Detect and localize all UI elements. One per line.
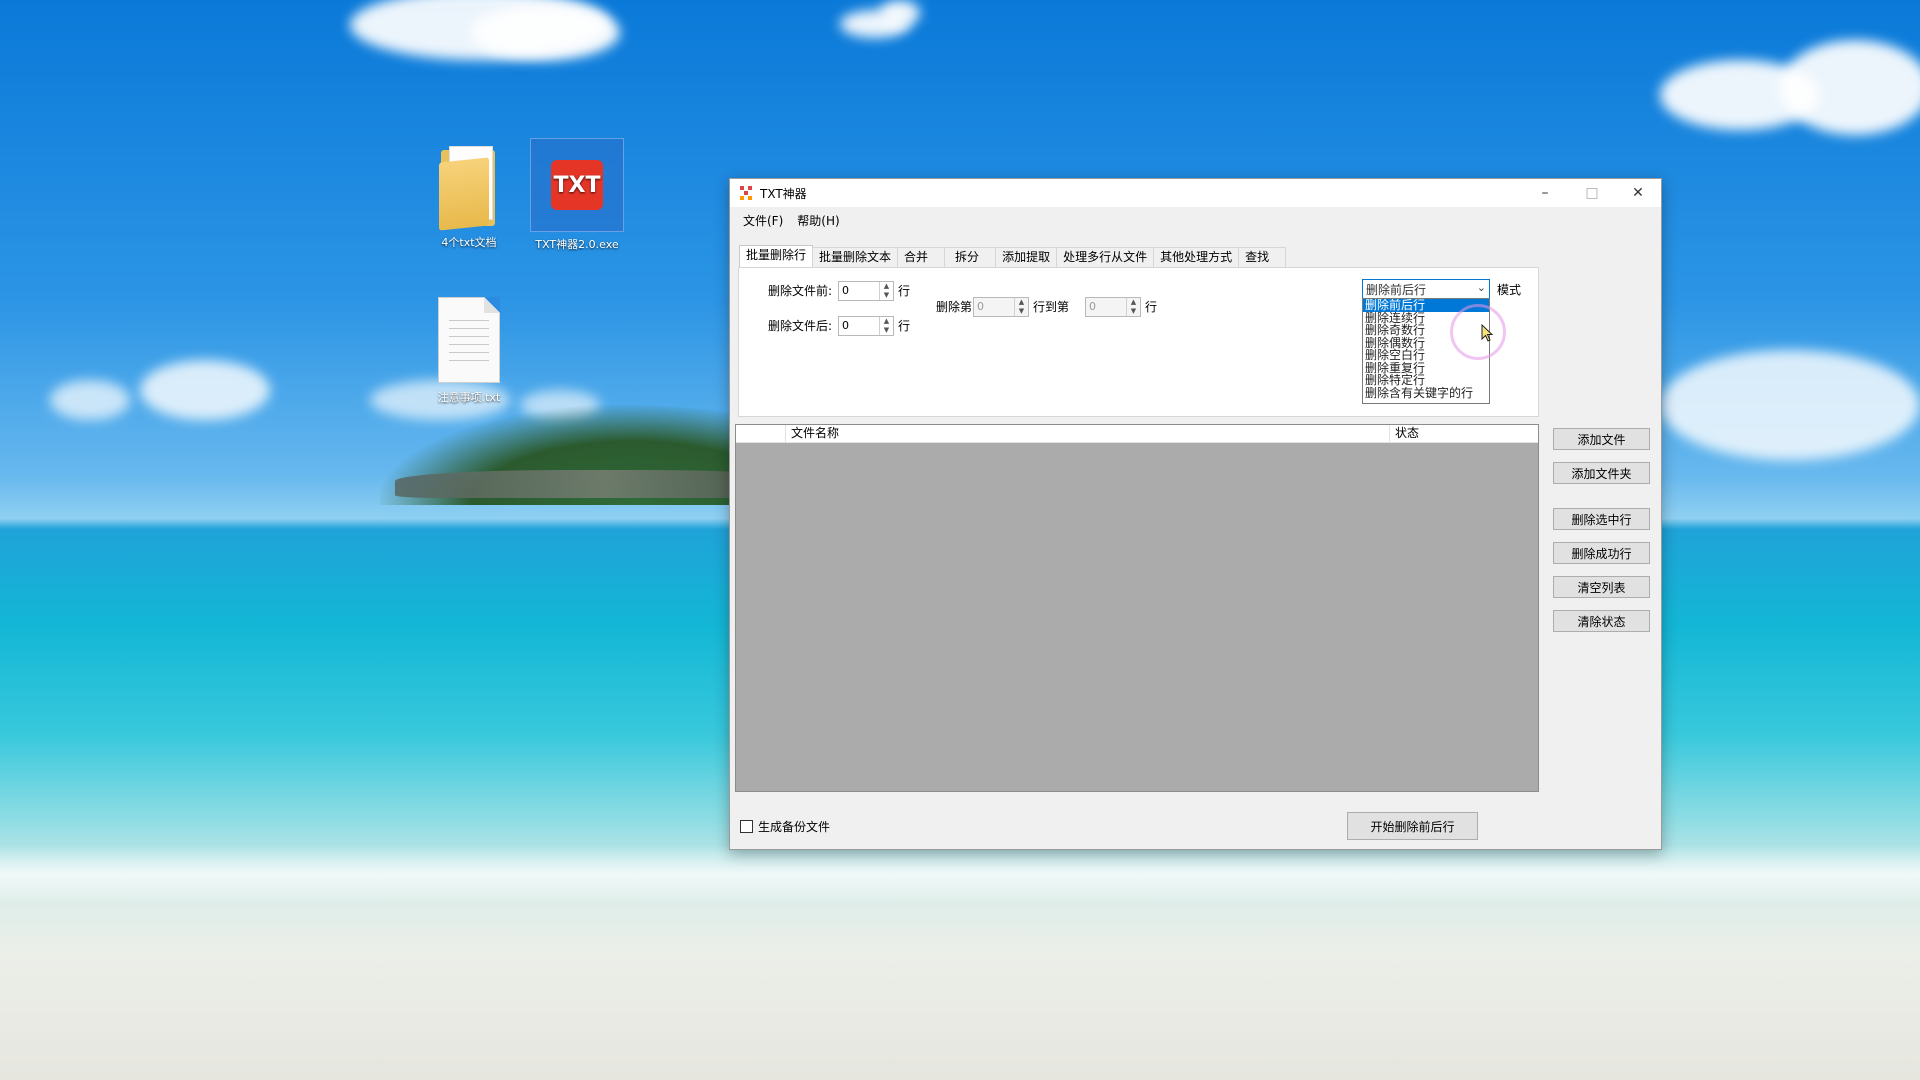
minimize-icon: –: [1541, 185, 1549, 201]
desktop-icon-label: 注意事项.txt: [437, 391, 501, 404]
desktop-icon-txt-app[interactable]: TXT TXT神器2.0.exe: [529, 138, 625, 252]
spin-up-icon[interactable]: ▲: [880, 282, 893, 291]
spin-up-icon[interactable]: ▲: [1127, 298, 1140, 307]
add-folder-button[interactable]: 添加文件夹: [1553, 462, 1650, 484]
mouse-cursor-icon: [1481, 324, 1493, 342]
app-icon: [740, 186, 754, 200]
mode-label: 模式: [1497, 283, 1522, 297]
tab-split[interactable]: 拆分: [944, 247, 997, 267]
clear-list-button[interactable]: 清空列表: [1553, 576, 1650, 598]
title-bar[interactable]: TXT神器 – □ ✕: [730, 179, 1661, 207]
backup-checkbox[interactable]: 生成备份文件: [740, 818, 830, 835]
column-header-status[interactable]: 状态: [1390, 425, 1536, 442]
text-file-icon: [438, 297, 500, 383]
spin-up-icon[interactable]: ▲: [1015, 298, 1028, 307]
spin-down-icon[interactable]: ▼: [1015, 307, 1028, 316]
menu-help[interactable]: 帮助(H): [790, 210, 846, 231]
desktop-icon-folder[interactable]: 4个txt文档: [421, 146, 517, 250]
folder-icon: [439, 146, 499, 231]
close-button[interactable]: ✕: [1615, 179, 1661, 207]
tab-find[interactable]: 查找: [1238, 247, 1287, 267]
tab-batch-delete-text[interactable]: 批量删除文本: [812, 247, 899, 267]
spin-down-icon[interactable]: ▼: [880, 291, 893, 300]
delete-after-value: 0: [842, 319, 849, 332]
tab-multiline-from-file[interactable]: 处理多行从文件: [1056, 247, 1155, 267]
column-header-index[interactable]: [736, 425, 786, 442]
spin-down-icon[interactable]: ▼: [880, 326, 893, 335]
delete-after-label: 删除文件后:: [768, 319, 833, 333]
delete-from-label: 删除第: [936, 300, 973, 314]
column-header-filename[interactable]: 文件名称: [786, 425, 1390, 442]
start-button[interactable]: 开始删除前后行: [1347, 812, 1478, 840]
backup-checkbox-label: 生成备份文件: [758, 820, 831, 834]
delete-selected-button[interactable]: 删除选中行: [1553, 508, 1650, 530]
dropdown-option[interactable]: 删除含有关键字的行: [1363, 387, 1489, 400]
desktop-icon-label: TXT神器2.0.exe: [535, 238, 619, 251]
txt-app-icon: TXT: [551, 160, 603, 210]
maximize-button[interactable]: □: [1569, 179, 1615, 207]
delete-from-spinner[interactable]: 0 ▲ ▼: [973, 297, 1029, 317]
delete-success-button[interactable]: 删除成功行: [1553, 542, 1650, 564]
unit-label: 行: [898, 319, 911, 333]
file-list[interactable]: 文件名称 状态: [735, 424, 1539, 792]
tab-merge[interactable]: 合并: [897, 247, 946, 267]
to-line-label: 行到第: [1033, 300, 1070, 314]
tab-panel-batch-delete-lines: 删除文件前: 0 ▲ ▼ 行 删除文件后: 0 ▲ ▼ 行 删除第 0 ▲ ▼ 行到第…: [738, 267, 1539, 417]
menu-bar: 文件(F) 帮助(H): [730, 207, 1661, 233]
minimize-button[interactable]: –: [1522, 179, 1568, 207]
delete-before-spinner[interactable]: 0 ▲ ▼: [838, 281, 894, 301]
delete-from-value: 0: [977, 300, 984, 313]
tab-add-extract[interactable]: 添加提取: [995, 247, 1058, 267]
app-window: TXT神器 – □ ✕ 文件(F) 帮助(H) 批量删除行 批量删除文本 合并 …: [729, 178, 1662, 850]
checkbox-icon[interactable]: [740, 820, 753, 833]
to-line-spinner[interactable]: 0 ▲ ▼: [1085, 297, 1141, 317]
delete-before-label: 删除文件前:: [768, 284, 833, 298]
tab-other-methods[interactable]: 其他处理方式: [1153, 247, 1240, 267]
click-highlight: [1450, 304, 1506, 360]
mode-select-value: 删除前后行: [1366, 283, 1427, 297]
add-file-button[interactable]: 添加文件: [1553, 428, 1650, 450]
file-list-header: 文件名称 状态: [736, 425, 1538, 443]
tab-batch-delete-lines[interactable]: 批量删除行: [739, 245, 814, 267]
clear-status-button[interactable]: 清除状态: [1553, 610, 1650, 632]
delete-after-spinner[interactable]: 0 ▲ ▼: [838, 316, 894, 336]
chevron-down-icon: ⌄: [1476, 281, 1486, 294]
unit-label: 行: [898, 284, 911, 298]
menu-file[interactable]: 文件(F): [736, 210, 790, 231]
to-line-value: 0: [1089, 300, 1096, 313]
desktop-icon-label: 4个txt文档: [441, 236, 497, 249]
dropdown-option[interactable]: 删除特定行: [1363, 374, 1489, 387]
close-icon: ✕: [1632, 185, 1644, 201]
unit-label: 行: [1145, 300, 1158, 314]
spin-down-icon[interactable]: ▼: [1127, 307, 1140, 316]
spin-up-icon[interactable]: ▲: [880, 317, 893, 326]
desktop-icon-txt-file[interactable]: 注意事项.txt: [421, 297, 517, 405]
window-title: TXT神器: [760, 186, 807, 201]
maximize-icon: □: [1585, 185, 1599, 201]
delete-before-value: 0: [842, 284, 849, 297]
tab-strip: 批量删除行 批量删除文本 合并 拆分 添加提取 处理多行从文件 其他处理方式 查…: [739, 245, 1287, 267]
mode-select[interactable]: 删除前后行 ⌄: [1362, 279, 1490, 299]
